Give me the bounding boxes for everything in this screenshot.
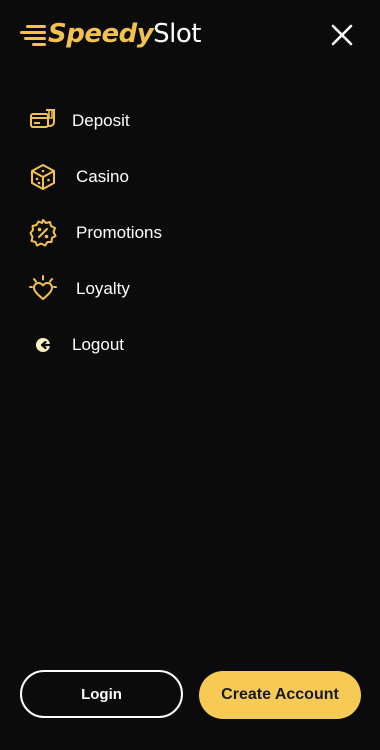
menu-label-deposit: Deposit [72,111,130,130]
menu-item-loyalty[interactable]: Loyalty [0,261,380,317]
logo-wordmark: SpeedySlot [48,19,202,49]
login-button[interactable]: Login [20,670,183,718]
menu-label-promotions: Promotions [76,223,162,242]
logo-speedy-text: Speedy [48,19,154,49]
close-button[interactable] [330,23,354,47]
logo-speed-lines [20,22,46,46]
create-account-button[interactable]: Create Account [199,671,361,719]
logout-icon [28,330,58,360]
logo[interactable]: SpeedySlot [20,16,202,52]
menu-label-casino: Casino [76,167,129,186]
deposit-card-icon [28,106,58,136]
percent-badge-icon [28,218,58,248]
menu-item-deposit[interactable]: Deposit [0,93,380,149]
menu-item-logout[interactable]: Logout [0,317,380,373]
footer-actions: Login Create Account [0,668,380,720]
menu-label-logout: Logout [72,335,124,354]
logo-slot-text: Slot [153,19,202,49]
heart-sparkle-icon [28,274,58,304]
menu-label-loyalty: Loyalty [76,279,130,298]
menu-item-casino[interactable]: Casino [0,149,380,205]
main-menu: Deposit Casino Promotions Loyalty Logout [0,93,380,373]
header: SpeedySlot [0,0,380,72]
menu-item-promotions[interactable]: Promotions [0,205,380,261]
close-icon [331,24,353,46]
dice-icon [28,162,58,192]
